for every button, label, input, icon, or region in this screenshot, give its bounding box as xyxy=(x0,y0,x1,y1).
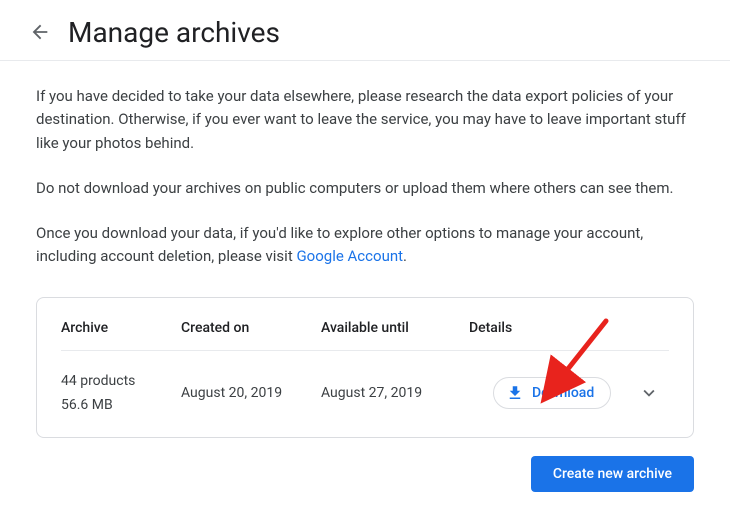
archives-card: Archive Created on Available until Detai… xyxy=(36,297,694,438)
footer-actions: Create new archive xyxy=(36,456,694,492)
arrow-left-icon xyxy=(29,21,51,43)
create-new-archive-button[interactable]: Create new archive xyxy=(531,456,694,492)
download-button[interactable]: Download xyxy=(493,377,611,409)
cell-created-on: August 20, 2019 xyxy=(181,385,321,401)
intro-paragraph-3: Once you download your data, if you'd li… xyxy=(36,222,694,269)
download-button-label: Download xyxy=(532,385,594,401)
col-header-archive: Archive xyxy=(61,320,181,336)
table-header-row: Archive Created on Available until Detai… xyxy=(61,298,669,351)
archive-products-count: 44 products xyxy=(61,373,181,389)
google-account-link[interactable]: Google Account xyxy=(296,247,403,265)
col-header-available: Available until xyxy=(321,320,469,336)
archives-table: Archive Created on Available until Detai… xyxy=(61,298,669,437)
chevron-down-icon xyxy=(638,382,660,404)
cell-available-until: August 27, 2019 xyxy=(321,385,469,401)
intro-paragraph-1: If you have decided to take your data el… xyxy=(36,85,694,155)
archive-size: 56.6 MB xyxy=(61,397,113,413)
intro-paragraph-2: Do not download your archives on public … xyxy=(36,177,694,200)
page-content: If you have decided to take your data el… xyxy=(0,61,730,512)
page-header: Manage archives xyxy=(0,0,730,61)
expand-row-button[interactable] xyxy=(629,373,669,413)
col-header-created: Created on xyxy=(181,320,321,336)
table-row: 44 products 56.6 MB August 20, 2019 Augu… xyxy=(61,351,669,437)
cell-archive: 44 products 56.6 MB xyxy=(61,373,181,413)
cell-details: Download xyxy=(469,377,629,409)
download-icon xyxy=(506,384,524,402)
intro-p3-suffix: . xyxy=(403,247,407,265)
back-button[interactable] xyxy=(20,12,60,52)
col-header-details: Details xyxy=(469,320,629,336)
page-title: Manage archives xyxy=(68,16,280,49)
